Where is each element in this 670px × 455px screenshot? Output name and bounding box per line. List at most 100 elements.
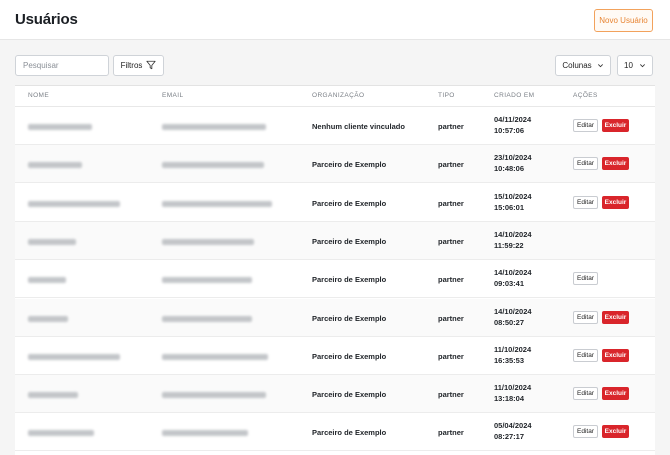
created-time: 10:57:06 [494,126,525,135]
user-email-redacted [162,353,268,360]
edit-button[interactable]: Editar [573,425,598,439]
created-time: 13:18:04 [494,394,525,404]
users-table: NOME EMAIL ORGANIZAÇÃO TIPO CRIADO EM AÇ… [15,85,655,455]
user-name-redacted [28,392,78,399]
page-title: Usuários [15,11,78,28]
table-row: Parceiro de Exemplo partner 11/10/2024 13:1… [15,375,655,414]
user-email-redacted [162,124,266,130]
type-cell: partner [438,236,464,246]
created-date: 14/10/2024 [494,229,532,239]
user-email-redacted [162,430,248,437]
organization-cell: Nenhum cliente vinculado [312,122,405,131]
created-at-cell: 11/10/2024 16:35:53 [494,344,531,366]
edit-button[interactable]: Editar [573,348,598,362]
col-header-organizacao: ORGANIZAÇÃO [312,92,365,99]
created-at-cell: 04/11/2024 10:57:06 [494,114,531,136]
edit-button[interactable]: Editar [573,119,598,132]
user-name-redacted [28,162,82,169]
organization-cell: Parceiro de Exemplo [312,198,387,208]
type-cell: partner [438,351,464,361]
organization-cell: Parceiro de Exemplo [312,351,387,361]
delete-button[interactable]: Excluir [602,195,629,209]
table-row: Parceiro de Exemplo partner 11/10/2024 16:3… [15,336,655,375]
created-time: 11:59:22 [494,240,524,250]
created-time: 09:03:41 [494,279,525,289]
user-name-redacted [28,200,120,207]
user-email-redacted [162,392,266,399]
user-email-redacted [162,200,272,207]
created-date: 23/10/2024 [494,153,532,163]
created-at-cell: 11/10/2024 13:18:04 [494,382,531,404]
type-cell: partner [438,390,464,400]
edit-button[interactable]: Editar [573,387,598,401]
type-cell: partner [438,275,464,285]
col-header-tipo: TIPO [438,92,455,99]
user-name-redacted [28,277,66,284]
col-header-nome: NOME [28,92,50,99]
user-email-redacted [162,162,264,169]
organization-cell: Parceiro de Exemplo [312,275,387,285]
created-at-cell: 15/10/2024 15:06:01 [494,191,532,213]
type-cell: partner [438,160,464,170]
page-size-value: 10 [624,61,633,70]
table-row: Parceiro de Exemplo partner 15/10/2024 15:0… [15,183,655,222]
table-row: Parceiro de Exemplo partner 14/10/2024 09:0… [15,260,655,299]
filter-icon [146,60,156,72]
created-time: 10:48:06 [494,164,525,174]
delete-button[interactable]: Excluir [602,119,629,132]
chevron-down-icon [639,62,646,69]
edit-button[interactable]: Editar [573,310,598,324]
col-header-email: EMAIL [162,92,184,99]
filters-label: Filtros [120,61,143,70]
created-time: 08:27:17 [494,432,525,442]
user-name-redacted [28,238,76,245]
delete-button[interactable]: Excluir [602,157,629,171]
organization-cell: Parceiro de Exemplo [312,160,387,170]
columns-label: Colunas [562,61,592,70]
top-bar: Usuários Novo Usuário [0,0,670,40]
filters-button[interactable]: Filtros [113,55,164,76]
created-time: 16:35:53 [494,355,525,365]
user-name-redacted [28,315,68,322]
created-at-cell: 14/10/2024 08:50:27 [494,306,532,328]
edit-button[interactable]: Editar [573,157,598,171]
table-row: Parceiro de Exemplo partner 05/04/2024 08:2… [15,413,655,452]
created-date: 14/10/2024 [494,306,532,316]
created-time: 08:50:27 [494,317,525,327]
created-at-cell: 05/04/2024 08:27:17 [494,420,532,442]
created-at-cell: 14/10/2024 11:59:22 [494,229,532,251]
organization-cell: Parceiro de Exemplo [312,428,387,438]
col-header-acoes: AÇÕES [573,92,598,99]
user-name-redacted [28,430,94,437]
search-input[interactable] [15,55,109,76]
created-time: 15:06:01 [494,202,525,212]
organization-cell: Parceiro de Exemplo [312,390,387,400]
edit-button[interactable]: Editar [573,195,598,209]
table-row: Parceiro de Exemplo partner 14/10/2024 08:5… [15,298,655,337]
table-row: Parceiro de Exemplo partner 23/10/2024 10:4… [15,145,655,184]
created-date: 05/04/2024 [494,421,532,431]
edit-button[interactable]: Editar [573,272,598,286]
user-name-redacted [28,353,120,360]
table-row: Nenhum cliente vinculado partner 04/11/202… [15,107,655,145]
col-header-criado-em: CRIADO EM [494,92,535,99]
columns-button[interactable]: Colunas [555,55,611,76]
delete-button[interactable]: Excluir [602,348,629,362]
created-at-cell: 14/10/2024 09:03:41 [494,267,532,289]
user-email-redacted [162,315,252,322]
delete-button[interactable]: Excluir [602,310,629,324]
page-size-select[interactable]: 10 [617,55,653,76]
delete-button[interactable]: Excluir [602,387,629,401]
chevron-down-icon [597,62,604,69]
delete-button[interactable]: Excluir [602,425,629,439]
user-email-redacted [162,277,252,284]
created-date: 04/11/2024 [494,115,532,124]
type-cell: partner [438,313,464,323]
created-date: 15/10/2024 [494,191,532,201]
created-date: 14/10/2024 [494,268,532,278]
type-cell: partner [438,122,464,131]
user-name-redacted [28,124,92,130]
organization-cell: Parceiro de Exemplo [312,313,387,323]
created-date: 11/10/2024 [494,383,532,393]
new-user-button[interactable]: Novo Usuário [594,9,653,32]
